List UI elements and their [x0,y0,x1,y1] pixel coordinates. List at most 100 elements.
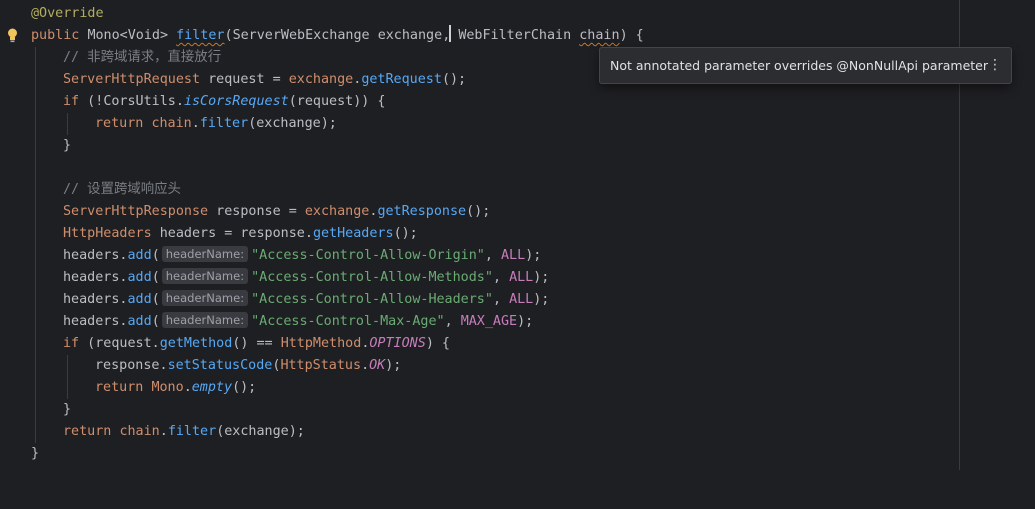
keyword-return: return [63,424,112,439]
method-call: isCorsRequest [183,94,289,109]
code-line-12[interactable]: headers.add(headerName: "Access-Control-A… [0,245,960,267]
code-line-1[interactable]: @Override [0,3,960,25]
code-tail: ); [533,270,550,285]
indent-guide [35,355,36,377]
type-name: HttpHeaders [63,226,152,241]
code-tail: ); [525,248,542,263]
indent-guide [35,157,36,179]
indent-guide [35,311,36,333]
param-type-exchange: ServerWebExchange [232,28,370,43]
parameter-hint: headerName: [161,246,249,262]
keyword-return: return [95,116,144,131]
method-call: getHeaders [312,226,394,241]
code-line-20[interactable]: return chain.filter(exchange); [0,421,960,443]
code-line-2[interactable]: public Mono<Void> filter(ServerWebExchan… [0,25,960,47]
method-name-filter[interactable]: filter [176,28,224,43]
code-tail: ) { [425,336,450,351]
code-line-15[interactable]: headers.add(headerName: "Access-Control-M… [0,311,960,333]
indent-guide [35,113,36,135]
string-literal: "Access-Control-Allow-Headers" [251,292,493,307]
code-tail: (); [466,204,491,219]
return-type: Mono<Void> [87,28,169,43]
indent-guide [35,223,36,245]
indent-guide [35,399,36,421]
paren-open: ( [151,248,160,263]
indent-guide [67,377,68,399]
code-fragment: headers. [63,270,128,285]
code-line-16[interactable]: if (request.getMethod() == HttpMethod.OP… [0,333,960,355]
code-line-10[interactable]: ServerHttpResponse response = exchange.g… [0,201,960,223]
keyword-return: return [95,380,144,395]
indent-guide [67,355,68,377]
param-exchange: exchange [377,28,443,43]
method-call: add [127,248,152,263]
variable-decl: request = [200,72,289,87]
dot: . [191,116,200,131]
indent-guide [35,289,36,311]
parameter-hint: headerName: [161,312,249,328]
string-literal: "Access-Control-Allow-Origin" [251,248,485,263]
code-fragment: headers. [63,314,128,329]
code-tail: ); [533,292,550,307]
paren-open: ( [151,270,160,285]
text-caret [449,25,452,42]
code-line-18[interactable]: return Mono.empty(); [0,377,960,399]
code-line-21[interactable]: } [0,443,960,465]
paren-open: ( [151,292,160,307]
code-tail: (exchange); [216,424,305,439]
code-line-9[interactable]: // 设置跨域响应头 [0,179,960,201]
dot: . [175,94,184,109]
indent-guide [35,91,36,113]
code-line-7[interactable]: } [0,135,960,157]
indent-guide [35,69,36,91]
code-fragment: (request. [79,336,160,351]
comment: // 非跨域请求，直接放行 [63,50,222,65]
separator: , [484,248,501,263]
param-chain[interactable]: chain [579,28,619,43]
code-line-6[interactable]: return chain.filter(exchange); [0,113,960,135]
code-tail: (); [232,380,257,395]
inspection-tooltip: Not annotated parameter overrides @NonNu… [599,47,1012,84]
code-line-19[interactable]: } [0,399,960,421]
method-call: getMethod [159,336,233,351]
constant: OK [369,358,386,373]
code-tail: (request)) { [288,94,386,109]
code-line-13[interactable]: headers.add(headerName: "Access-Control-A… [0,267,960,289]
object-ref: exchange [304,204,370,219]
indent-guide [35,333,36,355]
code-tail: ); [385,358,402,373]
lightbulb-icon[interactable] [7,28,18,43]
class-ref: HttpMethod [280,336,362,351]
code-line-17[interactable]: response.setStatusCode(HttpStatus.OK); [0,355,960,377]
code-line-8[interactable] [0,157,960,179]
code-line-14[interactable]: headers.add(headerName: "Access-Control-A… [0,289,960,311]
more-options-icon[interactable]: ⋮ [988,48,1002,83]
constant: ALL [509,270,534,285]
method-call: add [127,314,152,329]
constant: ALL [501,248,526,263]
indent-guide [35,267,36,289]
method-call: add [127,292,152,307]
indent-guide [35,47,36,69]
code-line-5[interactable]: if (!CorsUtils.isCorsRequest(request)) { [0,91,960,113]
code-fragment: headers. [63,292,128,307]
string-literal: "Access-Control-Allow-Methods" [251,270,493,285]
keyword-public: public [31,28,80,43]
param-type-chain: WebFilterChain [458,28,572,43]
closing-brace: } [63,402,72,417]
string-literal: "Access-Control-Max-Age" [251,314,445,329]
separator: , [444,314,461,329]
class-ref: CorsUtils [103,94,176,109]
class-ref: Mono [151,380,184,395]
code-line-11[interactable]: HttpHeaders headers = response.getHeader… [0,223,960,245]
closing-brace: } [63,138,72,153]
code-tail: (exchange); [248,116,337,131]
code-tail: (); [441,72,467,87]
constant: ALL [509,292,534,307]
paren-close: ) { [619,28,644,43]
indent-guide [67,113,68,135]
indent-guide [35,135,36,157]
separator: , [492,270,510,285]
indent-guide [35,245,36,267]
separator: , [492,292,510,307]
